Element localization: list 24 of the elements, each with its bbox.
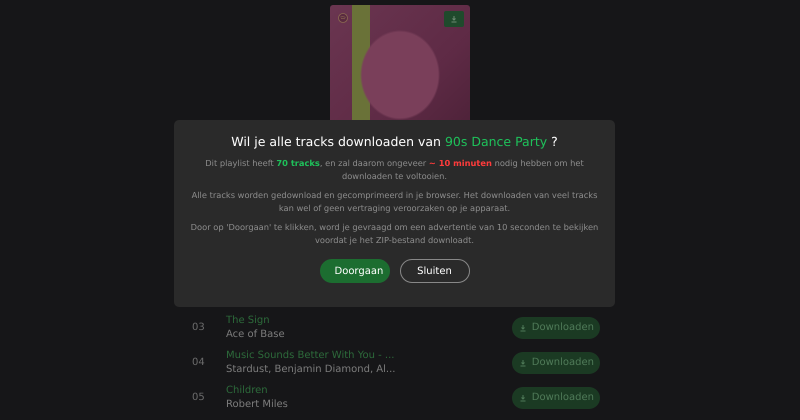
download-icon xyxy=(450,15,458,23)
track-number: 03 xyxy=(191,322,206,333)
dialog-title: Wil je alle tracks downloaden van 90s Dance Party ? xyxy=(231,134,558,149)
dialog-text: Alle tracks worden gedownload en gecomprimeerd in je browser. Het downloaden van veel tracks kan wel of geen vertraging veroorzaken op je apparaat. xyxy=(190,189,598,215)
download-button[interactable]: Downloaden xyxy=(512,352,600,374)
dialog-text: Door op 'Doorgaan' te klikken, word je gevraagd om een advertentie van 10 seconden te bekijken voordat je het ZIP-bestand downloadt. xyxy=(190,221,600,247)
track-artist: Ace of Base xyxy=(226,329,286,340)
track-title[interactable]: The Sign xyxy=(226,315,512,326)
download-button[interactable]: Downloaden xyxy=(512,386,600,408)
dialog-text: Dit playlist heeft 70 tracks, en zal daarom ongeveer ~ 10 minuten nodig hebben om het downloaden te voltooien. xyxy=(204,157,585,183)
download-icon xyxy=(518,358,527,366)
continue-button[interactable]: Doorgaan xyxy=(320,259,390,283)
track-artist: Robert Miles xyxy=(226,399,289,410)
track-title[interactable]: Music Sounds Better With You - ... xyxy=(226,350,512,361)
logo-icon xyxy=(338,13,348,23)
download-icon xyxy=(518,324,527,332)
track-artist: Stardust, Benjamin Diamond, Al... xyxy=(226,364,396,375)
download-icon xyxy=(518,394,527,402)
close-button[interactable]: Sluiten xyxy=(400,259,470,283)
download-button[interactable] xyxy=(444,11,464,27)
download-button[interactable]: Downloaden xyxy=(512,316,600,338)
track-number: 04 xyxy=(191,357,206,368)
track-title[interactable]: Children xyxy=(226,385,512,396)
track-number: 05 xyxy=(191,392,206,403)
